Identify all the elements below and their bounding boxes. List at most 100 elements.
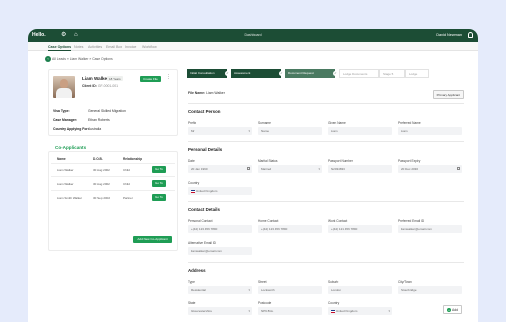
personal-contact-label: Personal Contact [188,219,213,223]
step-lodge-documents[interactable]: Lodge Documents [339,69,379,78]
contact-details-title: Contact Details [188,207,220,212]
postcode-label: Postcode [258,301,272,305]
age-badge: 18 Years [107,76,123,81]
passport-expiry-field[interactable]: 20 Dec 2030 [398,165,462,173]
profile-card: Liam Walker 18 Years Client ID: GF-0001-… [48,69,178,136]
passport-number-label: Passport Number [328,159,353,163]
suburb-field[interactable]: London [328,286,392,294]
client-id: GF-0001-001 [97,84,119,88]
table-row-dob: 30 Aug 2002 [93,168,110,172]
col-dob: D.O.B. [93,157,103,161]
back-arrow-icon[interactable]: ‹ [45,55,51,62]
work-contact-field[interactable]: +(44) 121 456 7890 [328,225,392,233]
tab-bar: Case Options Notes Activities Email Box … [28,42,478,51]
tab-notes[interactable]: Notes [74,45,83,49]
step-stage-5[interactable]: Stage 5 [379,69,405,78]
step-assessment[interactable]: Assessment [231,69,281,78]
step-check-icon: ✓ [225,71,230,76]
table-row-relationship: Child [123,182,130,186]
breadcrumb: ‹ All Leads » Liam Walker » Case Options [45,55,113,62]
chevron-down-icon: ▾ [388,309,390,313]
preferred-name-field[interactable]: Liam [398,127,462,135]
marital-status-select[interactable]: Married ▾ [258,165,322,173]
personal-contact-field[interactable]: +(44) 123 456 7890 [188,225,252,233]
dob-label: Date [188,159,195,163]
given-name-field[interactable]: Liam [328,127,392,135]
state-select[interactable]: Gloucestershire ▾ [188,307,252,315]
prefix-select[interactable]: Mr ▾ [188,127,252,135]
work-contact-label: Work Contact [328,219,348,223]
dob-field[interactable]: 20 Jan 1990 [188,165,252,173]
more-options-icon[interactable]: ⋮ [166,75,171,80]
surname-field[interactable]: Name [258,127,322,135]
chevron-down-icon: ▾ [248,309,250,313]
surname-label: Surname [258,121,271,125]
given-name-label: Given Name [328,121,346,125]
tab-workflow[interactable]: Workflow [142,45,157,49]
chevron-down-icon: ▾ [248,288,250,292]
case-details-panel: Initial Consultation ✓ Assessment ✓ Docu… [185,69,478,322]
file-name-row: File Name: Liam Walker [188,91,225,95]
add-co-applicant-button[interactable]: Add New Co-Applicant [133,236,172,243]
address-country-select[interactable]: United Kingdom ▾ [328,307,392,315]
uk-flag-icon [191,189,195,193]
calendar-icon [457,167,460,170]
table-row-dob: 30 Sep 2002 [93,196,111,200]
street-label: Street [258,280,267,284]
marital-status-label: Marital Status [258,159,278,163]
passport-number-field[interactable]: N2034833 [328,165,392,173]
preferred-name-label: Preferred Name [398,121,421,125]
table-row-name: Liam Walker [57,168,74,172]
case-manager-row: Case Manager: Ethan Roberts [53,118,110,122]
step-check-icon: ✓ [279,71,284,76]
col-relationship: Relationship [123,157,143,161]
avatar [53,76,75,98]
tab-case-options[interactable]: Case Options [48,45,72,51]
step-lodge[interactable]: Lodge [405,69,429,78]
go-to-button[interactable]: Go To [152,166,166,173]
personal-details-title: Personal Details [188,147,223,152]
workflow-stepper: Initial Consultation ✓ Assessment ✓ Docu… [187,69,431,78]
client-name: Liam Walker [82,76,109,81]
page-title: Dashboard [244,33,262,37]
home-contact-field[interactable]: +(44) 123 456 7890 [258,225,322,233]
contact-person-title: Contact Person [188,109,221,114]
state-label: State [188,301,196,305]
address-title: Address [188,268,206,273]
create-file-button[interactable]: Create File [140,76,161,82]
country-select[interactable]: United Kingdom [188,187,252,195]
step-initial-consultation[interactable]: Initial Consultation [187,69,227,78]
address-type-label: Type [188,280,195,284]
home-contact-label: Home Contact [258,219,279,223]
client-id-row: Client ID: GF-0001-001 [82,84,119,88]
postcode-field[interactable]: NP9 8GL [258,307,322,315]
primary-applicant-badge[interactable]: Primary Applicant [432,90,464,99]
alternative-email-field[interactable]: liamwalker@email.com [188,247,252,255]
add-address-button[interactable]: + Add [442,305,462,314]
preferred-email-field[interactable]: liamwalker@email.com [398,225,462,233]
go-to-button[interactable]: Go To [152,194,166,201]
city-field[interactable]: Stourbridge [398,286,462,294]
user-name[interactable]: David Newman [436,33,462,37]
step-document-request[interactable]: Document Request [285,69,335,78]
table-row-relationship: Partner [123,196,133,200]
co-applicants-title: Co-Applicants [55,145,87,150]
table-row-name: Liam Smith Walker [57,196,83,200]
breadcrumb-text[interactable]: All Leads » Liam Walker » Case Options [52,57,113,61]
go-to-button[interactable]: Go To [152,180,166,187]
prefix-label: Prefix [188,121,197,125]
chevron-down-icon: ▾ [248,129,250,133]
tab-email-box[interactable]: Email Box [106,45,122,49]
tab-activities[interactable]: Activities [88,45,102,49]
uk-flag-icon [331,309,335,313]
plus-icon: + [446,307,451,312]
street-field[interactable]: Lockworth [258,286,322,294]
visa-type-row: Visa Type: General Skilled Migration [53,109,126,113]
calendar-icon [247,167,250,170]
tab-invoice[interactable]: Invoice [125,45,136,49]
table-row-relationship: Child [123,168,130,172]
notification-bell-icon[interactable] [468,32,473,38]
country-row: Country Applying For:Australia [53,127,102,131]
address-type-select[interactable]: Residential ▾ [188,286,252,294]
country-label: Country [188,181,200,185]
